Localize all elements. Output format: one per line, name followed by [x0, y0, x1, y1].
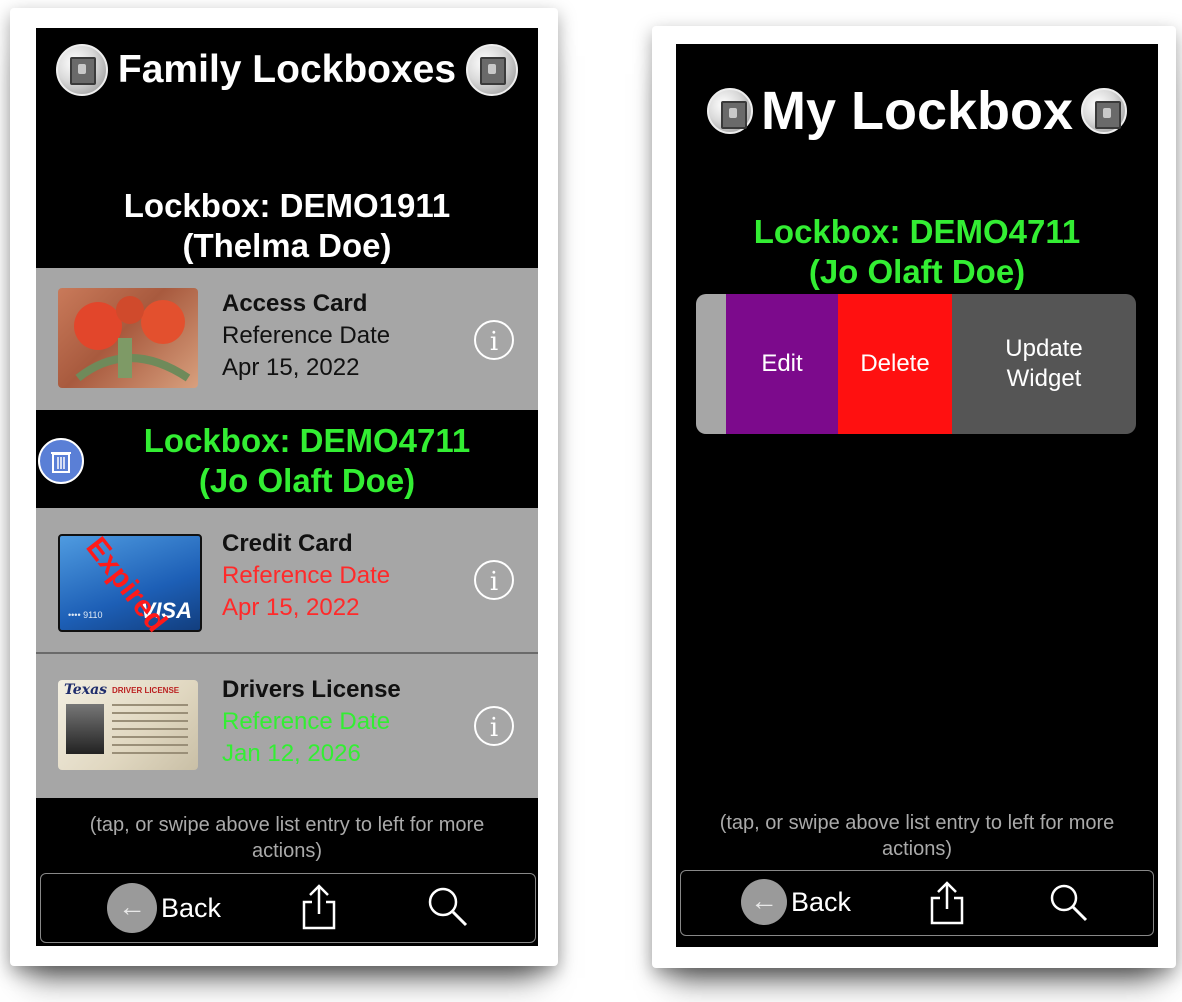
lockbox-owner: (Thelma Doe) [182, 226, 392, 264]
back-button[interactable]: ← Back [741, 879, 851, 925]
lockbox-owner: (Jo Olaft Doe) [808, 252, 1026, 290]
bottom-toolbar: ← Back [40, 873, 536, 943]
back-label: Back [791, 886, 852, 917]
page-title: My Lockbox [760, 81, 1074, 141]
update-widget-button[interactable]: Update Widget [952, 294, 1136, 434]
back-label: Back [161, 892, 222, 923]
lockbox-id: Lockbox: DEMO4711 [753, 213, 1081, 250]
search-icon[interactable] [1047, 881, 1091, 925]
info-icon[interactable]: i [474, 560, 514, 600]
delete-button[interactable]: Delete [838, 294, 952, 434]
share-icon[interactable] [299, 882, 339, 932]
lockbox-title: Lockbox: DEMO1911 (Thelma Doe) [36, 186, 538, 265]
drivers-license-thumbnail: Texas DRIVER LICENSE [58, 680, 198, 770]
search-icon[interactable] [425, 884, 471, 930]
list-item-credit-card[interactable]: VISA •••• 9110 Expired Credit Card Refer… [36, 508, 538, 654]
info-icon[interactable]: i [474, 706, 514, 746]
safe-icon[interactable] [1081, 88, 1128, 134]
share-icon[interactable] [927, 879, 967, 927]
reference-label: Reference Date [222, 322, 391, 349]
license-lines [112, 704, 188, 754]
reference-date: Apr 15, 2022 [222, 594, 360, 621]
license-state: Texas [64, 682, 108, 698]
safe-icon[interactable] [466, 44, 519, 96]
edit-button[interactable]: Edit [726, 294, 838, 434]
page-title: Family Lockboxes [117, 48, 457, 91]
flower-image-icon [74, 296, 191, 382]
right-phone-screen: My Lockbox Lockbox: DEMO4711 (Jo Olaft D… [676, 44, 1158, 947]
left-phone-frame: Family Lockboxes Lockbox: DEMO1911 (Thel… [10, 8, 558, 966]
lockbox-title: Lockbox: DEMO4711 (Jo Olaft Doe) [676, 212, 1158, 291]
left-phone-screen: Family Lockboxes Lockbox: DEMO1911 (Thel… [36, 28, 538, 946]
access-card-thumbnail [58, 288, 198, 388]
arrow-left-icon: ← [107, 883, 157, 933]
right-phone-frame: My Lockbox Lockbox: DEMO4711 (Jo Olaft D… [652, 26, 1176, 968]
lockbox-id: Lockbox: DEMO1911 [123, 187, 451, 224]
license-photo [66, 704, 104, 754]
lockbox-owner: (Jo Olaft Doe) [198, 461, 416, 499]
bottom-toolbar: ← Back [680, 870, 1154, 936]
card-number: •••• 9110 [68, 610, 103, 620]
safe-icon[interactable] [706, 88, 753, 134]
license-title: DRIVER LICENSE [112, 686, 180, 695]
reference-label: Reference Date [222, 562, 391, 589]
hint-text: (tap, or swipe above list entry to left … [89, 814, 485, 862]
reference-date: Apr 15, 2022 [222, 354, 360, 381]
hint-text: (tap, or swipe above list entry to left … [719, 812, 1115, 860]
arrow-left-icon: ← [741, 879, 787, 925]
item-name: Drivers License [222, 676, 401, 703]
item-name: Access Card [222, 290, 368, 317]
info-icon[interactable]: i [474, 320, 514, 360]
app-header: Family Lockboxes [36, 44, 538, 96]
back-button[interactable]: ← Back [107, 883, 221, 933]
item-name: Credit Card [222, 530, 353, 557]
reference-label: Reference Date [222, 708, 391, 735]
app-header: My Lockbox [676, 78, 1158, 144]
reference-date: Jan 12, 2026 [222, 740, 361, 767]
safe-icon[interactable] [55, 44, 108, 96]
trash-icon[interactable] [38, 438, 84, 484]
list-item-access-card[interactable]: Access Card Reference Date Apr 15, 2022 … [36, 268, 538, 410]
swipe-actions: Edit Delete Update Widget [696, 294, 1136, 434]
list-item-peek[interactable] [696, 294, 726, 434]
lockbox-title: Lockbox: DEMO4711 (Jo Olaft Doe) [36, 421, 538, 500]
lockbox-id: Lockbox: DEMO4711 [143, 422, 471, 459]
list-item-drivers-license[interactable]: Texas DRIVER LICENSE Drivers License Ref… [36, 654, 538, 798]
